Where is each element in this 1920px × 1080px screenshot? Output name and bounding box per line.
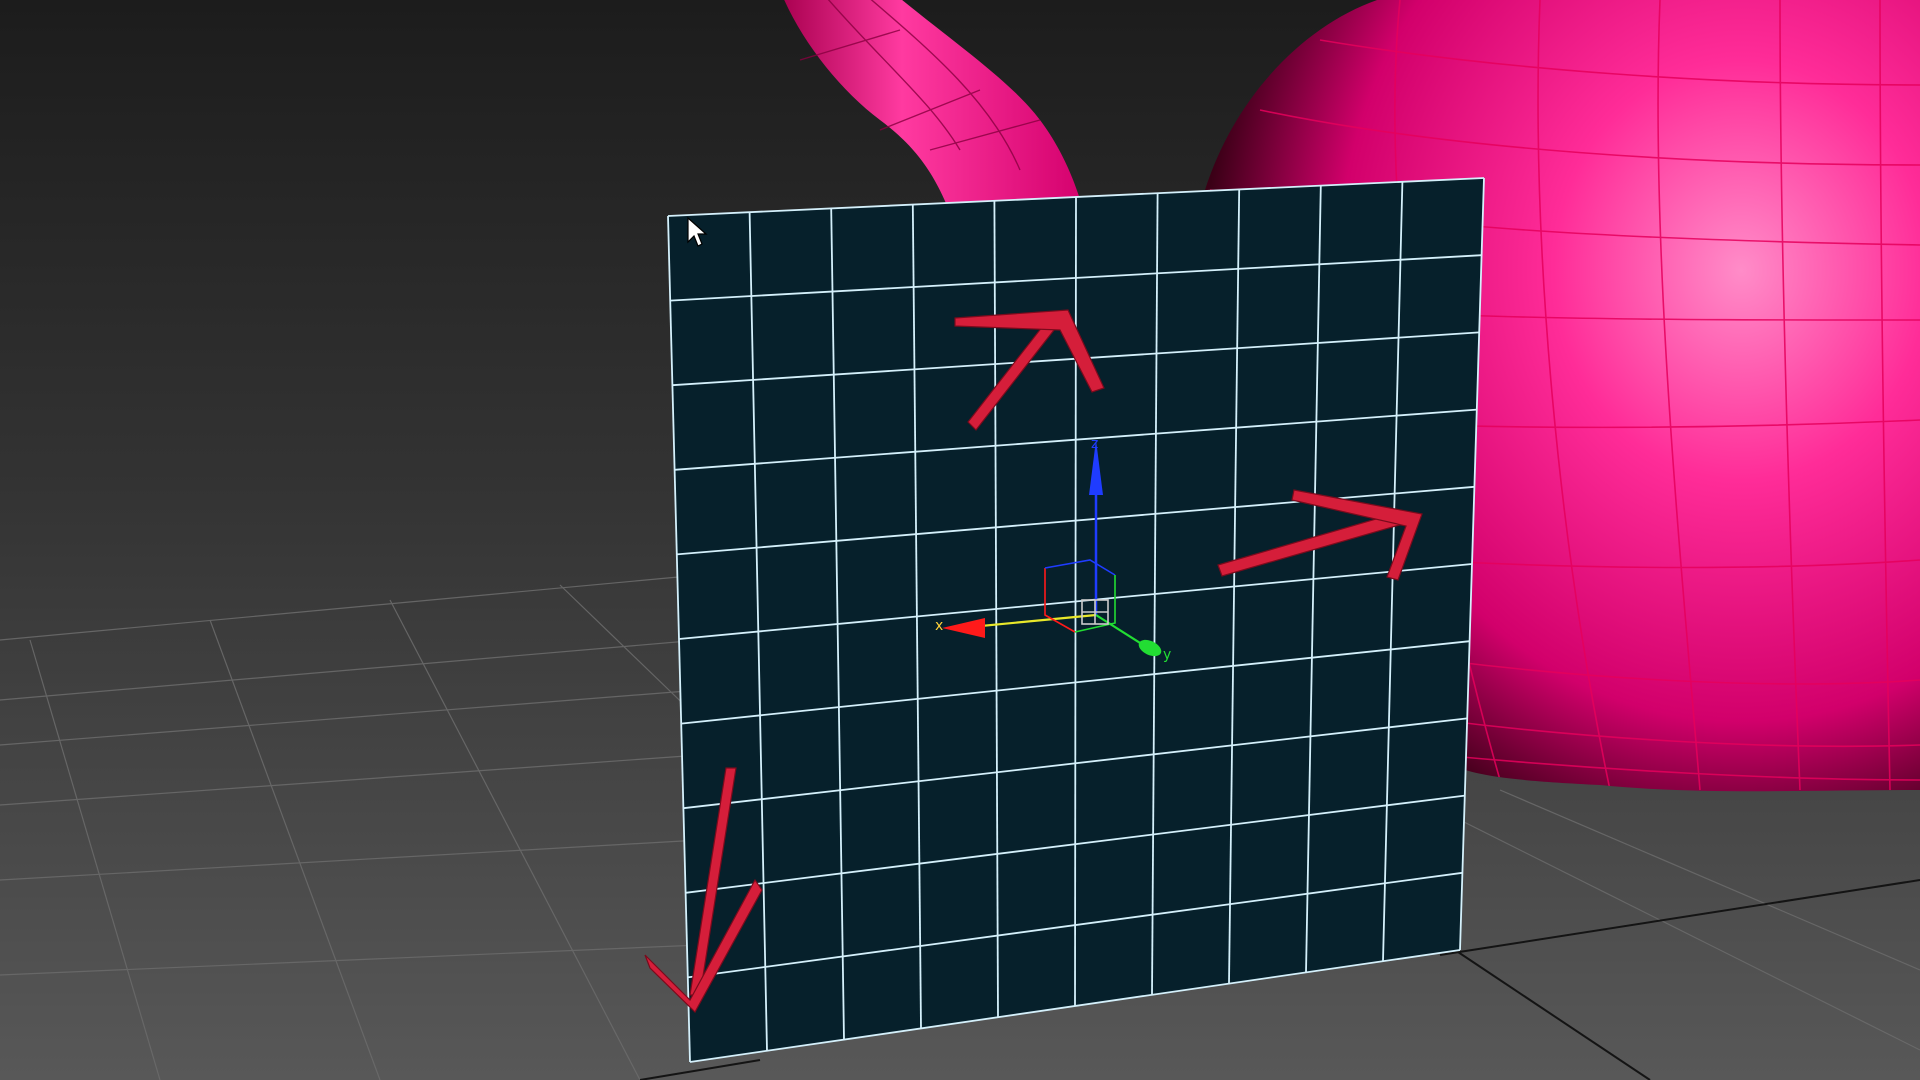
3d-perspective-viewport[interactable]: z x y [0, 0, 1920, 1080]
gizmo-x-label: x [935, 618, 943, 634]
plane-object[interactable] [667, 177, 1485, 1063]
viewport-canvas[interactable]: z x y [0, 0, 1920, 1080]
gizmo-z-label: z [1091, 436, 1098, 452]
gizmo-y-label: y [1163, 647, 1171, 663]
